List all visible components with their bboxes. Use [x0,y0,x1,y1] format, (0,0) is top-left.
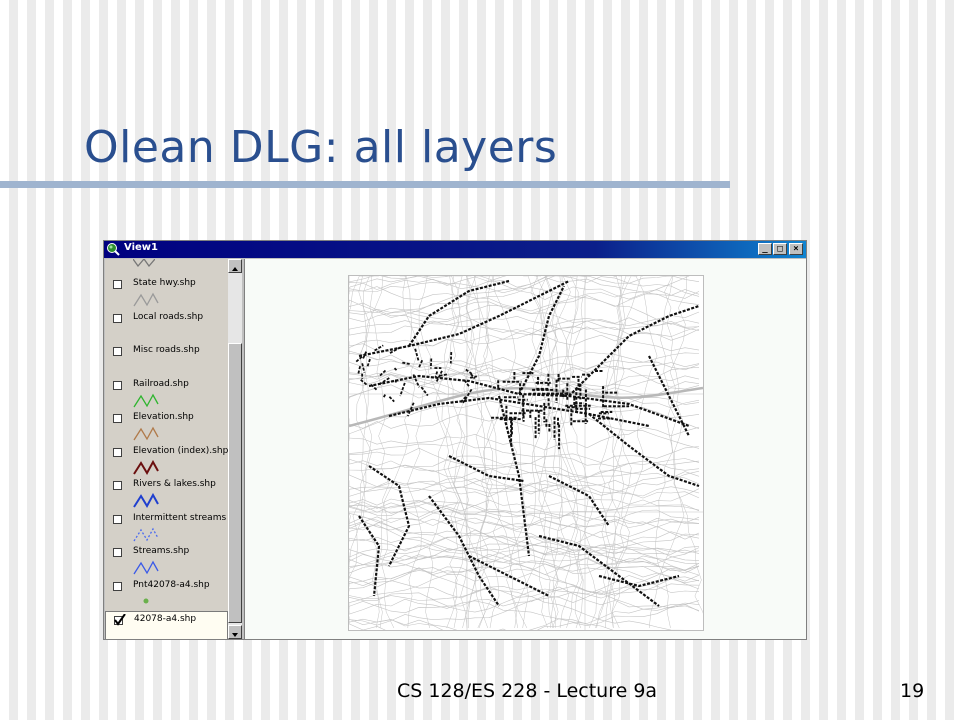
legend-item[interactable]: Misc roads.shp [105,343,228,376]
contour-line [348,553,700,575]
line-symbol-icon [133,459,159,475]
contour-line [348,458,700,497]
road-line [568,304,700,397]
contour-line [399,275,427,629]
layer-label: Misc roads.shp [133,345,200,355]
contour-line [348,446,700,487]
scroll-up-button[interactable] [228,259,242,273]
street-segment [449,352,453,364]
layer-label: Rivers & lakes.shp [133,479,216,489]
legend-item[interactable]: Rivers & lakes.shp [105,477,228,510]
scroll-down-button[interactable] [228,625,242,639]
slide-footer: CS 128/ES 228 - Lecture 9a [397,680,658,702]
legend-item[interactable]: 42078-a4.shp [105,611,228,639]
layer-checkbox[interactable] [113,313,122,323]
layer-checkbox[interactable] [113,347,122,356]
checkmark-icon [114,614,126,626]
line-symbol-icon [133,426,159,441]
layer-checkbox[interactable] [113,280,122,289]
layer-checkbox[interactable] [113,447,122,457]
contour-line [348,583,700,607]
arrow-down-icon [232,633,238,637]
line-symbol-icon [133,493,159,509]
minimize-button[interactable]: _ [758,243,772,255]
contour-line [348,554,700,576]
street-segment [429,358,433,369]
title-underline [0,181,730,188]
legend-item[interactable]: State hwy.shp [105,276,228,309]
layer-label: State hwy.shp [133,278,196,288]
line-symbol-icon [133,560,159,575]
view-window: View1 _ □ × State hwy.shp Local roads.shp… [103,240,807,657]
layer-label: 42078-a4.shp [134,614,197,624]
window-titlebar[interactable]: View1 _ □ × [104,241,806,258]
layer-checkbox[interactable] [114,614,126,626]
layer-label: Pnt42078-a4.shp [133,579,210,590]
slide-number: 19 [900,680,925,702]
line-symbol-icon [133,292,159,307]
close-button[interactable]: × [789,243,803,255]
scroll-thumb[interactable] [228,343,242,623]
layer-label: Local roads.shp [133,311,204,322]
contour-line [348,276,700,299]
layer-label: Streams.shp [133,546,190,556]
street-segment [366,358,371,367]
contour-line [348,315,700,336]
road-line [358,280,570,358]
grid-line [349,276,703,630]
layer-checkbox[interactable] [113,414,122,423]
street-segment [393,367,398,371]
contour-line [664,275,708,629]
legend-item[interactable]: Elevation (index).shp [105,444,228,477]
layer-checkbox[interactable] [113,380,122,390]
layer-label: Elevation (index).shp [133,445,228,456]
contour-line [648,275,688,629]
street-segment [357,365,361,375]
layer-checkbox[interactable] [113,514,122,524]
contour-line [348,350,700,388]
legend-item[interactable]: Elevation.shp [105,410,228,443]
legend-item[interactable]: Pnt42078-a4.shp [105,578,228,611]
line-symbol-icon [133,393,159,407]
contour-line [348,447,700,499]
legend-scrollbar[interactable] [228,259,242,639]
legend-item[interactable]: Local roads.shp [105,310,228,343]
magnifier-globe-icon [107,243,120,256]
layer-checkbox[interactable] [113,481,122,490]
contour-line [348,352,700,381]
street-segment [388,396,395,403]
dlg-map[interactable] [328,264,708,657]
arrow-up-icon [232,267,238,271]
layer-label: Elevation.shp [133,412,194,422]
layer-checkbox[interactable] [113,548,122,557]
restore-button[interactable]: □ [773,243,787,255]
street-segment [361,363,366,373]
contour-line [348,460,700,478]
line-symbol-icon [133,527,159,541]
table-of-contents: State hwy.shp Local roads.shp Misc roads.s… [105,259,228,639]
slide-title: Olean DLG: all layers [84,122,558,173]
map-drawing [328,264,708,657]
partial-symbol-icon [133,259,155,267]
layer-label: Railroad.shp [133,378,189,389]
point-symbol-icon [143,598,149,603]
legend-item[interactable]: Railroad.shp [105,377,228,410]
map-canvas[interactable] [244,259,806,657]
legend-item[interactable]: Streams.shp [105,544,228,577]
contour-line [348,274,700,305]
layer-label: Intermittent streams [133,512,227,523]
legend-item[interactable]: Intermittent streams [105,511,228,544]
contour-line [348,595,700,633]
layer-checkbox[interactable] [113,581,122,591]
window-title: View1 [124,242,158,253]
